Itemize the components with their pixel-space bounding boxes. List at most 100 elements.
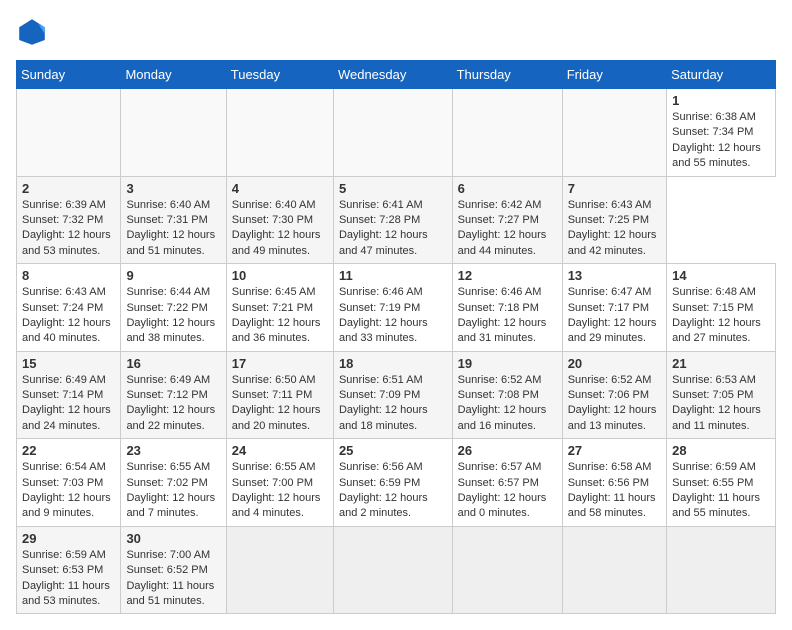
day-info: Sunrise: 6:43 AMSunset: 7:24 PMDaylight:…	[22, 286, 111, 344]
day-info: Sunrise: 6:49 AMSunset: 7:12 PMDaylight:…	[126, 374, 215, 432]
day-info: Sunrise: 6:59 AMSunset: 6:53 PMDaylight:…	[22, 549, 110, 607]
day-info: Sunrise: 6:56 AMSunset: 6:59 PMDaylight:…	[339, 461, 428, 519]
day-number: 19	[458, 356, 557, 371]
calendar-cell	[333, 526, 452, 614]
calendar-cell: 7 Sunrise: 6:43 AMSunset: 7:25 PMDayligh…	[562, 176, 666, 264]
day-number: 9	[126, 268, 220, 283]
day-info: Sunrise: 6:49 AMSunset: 7:14 PMDaylight:…	[22, 374, 111, 432]
calendar-cell: 13 Sunrise: 6:47 AMSunset: 7:17 PMDaylig…	[562, 264, 666, 352]
day-info: Sunrise: 6:40 AMSunset: 7:31 PMDaylight:…	[126, 199, 215, 257]
col-header-monday: Monday	[121, 61, 226, 89]
calendar-cell	[452, 526, 562, 614]
day-number: 14	[672, 268, 770, 283]
day-number: 6	[458, 181, 557, 196]
day-info: Sunrise: 6:52 AMSunset: 7:08 PMDaylight:…	[458, 374, 547, 432]
calendar-cell: 8 Sunrise: 6:43 AMSunset: 7:24 PMDayligh…	[17, 264, 121, 352]
col-header-friday: Friday	[562, 61, 666, 89]
day-number: 25	[339, 443, 447, 458]
calendar-cell: 27 Sunrise: 6:58 AMSunset: 6:56 PMDaylig…	[562, 439, 666, 527]
calendar-cell: 15 Sunrise: 6:49 AMSunset: 7:14 PMDaylig…	[17, 351, 121, 439]
calendar-cell: 24 Sunrise: 6:55 AMSunset: 7:00 PMDaylig…	[226, 439, 333, 527]
day-info: Sunrise: 6:55 AMSunset: 7:02 PMDaylight:…	[126, 461, 215, 519]
calendar-cell: 21 Sunrise: 6:53 AMSunset: 7:05 PMDaylig…	[667, 351, 776, 439]
day-number: 10	[232, 268, 328, 283]
calendar-cell: 11 Sunrise: 6:46 AMSunset: 7:19 PMDaylig…	[333, 264, 452, 352]
day-number: 2	[22, 181, 115, 196]
logo	[16, 16, 52, 48]
day-number: 13	[568, 268, 661, 283]
calendar-cell	[17, 89, 121, 177]
calendar-cell: 3 Sunrise: 6:40 AMSunset: 7:31 PMDayligh…	[121, 176, 226, 264]
day-info: Sunrise: 6:39 AMSunset: 7:32 PMDaylight:…	[22, 199, 111, 257]
day-number: 16	[126, 356, 220, 371]
day-number: 30	[126, 531, 220, 546]
calendar-cell: 16 Sunrise: 6:49 AMSunset: 7:12 PMDaylig…	[121, 351, 226, 439]
calendar-cell	[667, 526, 776, 614]
calendar-cell	[333, 89, 452, 177]
day-info: Sunrise: 6:52 AMSunset: 7:06 PMDaylight:…	[568, 374, 657, 432]
calendar-cell: 6 Sunrise: 6:42 AMSunset: 7:27 PMDayligh…	[452, 176, 562, 264]
calendar-cell: 12 Sunrise: 6:46 AMSunset: 7:18 PMDaylig…	[452, 264, 562, 352]
day-info: Sunrise: 6:42 AMSunset: 7:27 PMDaylight:…	[458, 199, 547, 257]
day-info: Sunrise: 6:55 AMSunset: 7:00 PMDaylight:…	[232, 461, 321, 519]
calendar-table: SundayMondayTuesdayWednesdayThursdayFrid…	[16, 60, 776, 614]
col-header-saturday: Saturday	[667, 61, 776, 89]
day-info: Sunrise: 6:44 AMSunset: 7:22 PMDaylight:…	[126, 286, 215, 344]
col-header-thursday: Thursday	[452, 61, 562, 89]
calendar-cell: 14 Sunrise: 6:48 AMSunset: 7:15 PMDaylig…	[667, 264, 776, 352]
calendar-cell: 29 Sunrise: 6:59 AMSunset: 6:53 PMDaylig…	[17, 526, 121, 614]
day-number: 18	[339, 356, 447, 371]
col-header-tuesday: Tuesday	[226, 61, 333, 89]
calendar-cell	[562, 526, 666, 614]
calendar-cell: 23 Sunrise: 6:55 AMSunset: 7:02 PMDaylig…	[121, 439, 226, 527]
day-info: Sunrise: 6:41 AMSunset: 7:28 PMDaylight:…	[339, 199, 428, 257]
day-number: 7	[568, 181, 661, 196]
calendar-cell	[226, 526, 333, 614]
day-number: 17	[232, 356, 328, 371]
calendar-cell: 26 Sunrise: 6:57 AMSunset: 6:57 PMDaylig…	[452, 439, 562, 527]
day-info: Sunrise: 6:54 AMSunset: 7:03 PMDaylight:…	[22, 461, 111, 519]
page-header	[16, 16, 776, 48]
calendar-cell: 2 Sunrise: 6:39 AMSunset: 7:32 PMDayligh…	[17, 176, 121, 264]
day-info: Sunrise: 6:53 AMSunset: 7:05 PMDaylight:…	[672, 374, 761, 432]
day-number: 24	[232, 443, 328, 458]
calendar-cell: 1 Sunrise: 6:38 AMSunset: 7:34 PMDayligh…	[667, 89, 776, 177]
col-header-wednesday: Wednesday	[333, 61, 452, 89]
calendar-cell	[226, 89, 333, 177]
calendar-cell	[452, 89, 562, 177]
calendar-cell: 28 Sunrise: 6:59 AMSunset: 6:55 PMDaylig…	[667, 439, 776, 527]
day-info: Sunrise: 6:51 AMSunset: 7:09 PMDaylight:…	[339, 374, 428, 432]
day-info: Sunrise: 6:38 AMSunset: 7:34 PMDaylight:…	[672, 111, 761, 169]
calendar-cell: 5 Sunrise: 6:41 AMSunset: 7:28 PMDayligh…	[333, 176, 452, 264]
calendar-cell: 19 Sunrise: 6:52 AMSunset: 7:08 PMDaylig…	[452, 351, 562, 439]
day-info: Sunrise: 6:45 AMSunset: 7:21 PMDaylight:…	[232, 286, 321, 344]
day-number: 26	[458, 443, 557, 458]
calendar-cell: 25 Sunrise: 6:56 AMSunset: 6:59 PMDaylig…	[333, 439, 452, 527]
calendar-cell: 30 Sunrise: 7:00 AMSunset: 6:52 PMDaylig…	[121, 526, 226, 614]
calendar-cell: 9 Sunrise: 6:44 AMSunset: 7:22 PMDayligh…	[121, 264, 226, 352]
day-info: Sunrise: 6:57 AMSunset: 6:57 PMDaylight:…	[458, 461, 547, 519]
day-number: 27	[568, 443, 661, 458]
logo-icon	[16, 16, 48, 48]
calendar-cell: 22 Sunrise: 6:54 AMSunset: 7:03 PMDaylig…	[17, 439, 121, 527]
day-number: 3	[126, 181, 220, 196]
day-info: Sunrise: 6:43 AMSunset: 7:25 PMDaylight:…	[568, 199, 657, 257]
day-number: 11	[339, 268, 447, 283]
day-info: Sunrise: 6:40 AMSunset: 7:30 PMDaylight:…	[232, 199, 321, 257]
day-number: 12	[458, 268, 557, 283]
day-number: 28	[672, 443, 770, 458]
day-number: 8	[22, 268, 115, 283]
calendar-cell	[121, 89, 226, 177]
day-info: Sunrise: 6:48 AMSunset: 7:15 PMDaylight:…	[672, 286, 761, 344]
day-info: Sunrise: 6:58 AMSunset: 6:56 PMDaylight:…	[568, 461, 656, 519]
day-number: 23	[126, 443, 220, 458]
day-info: Sunrise: 6:46 AMSunset: 7:18 PMDaylight:…	[458, 286, 547, 344]
day-number: 1	[672, 93, 770, 108]
calendar-cell: 4 Sunrise: 6:40 AMSunset: 7:30 PMDayligh…	[226, 176, 333, 264]
col-header-sunday: Sunday	[17, 61, 121, 89]
calendar-cell: 18 Sunrise: 6:51 AMSunset: 7:09 PMDaylig…	[333, 351, 452, 439]
day-number: 22	[22, 443, 115, 458]
calendar-cell	[562, 89, 666, 177]
day-number: 15	[22, 356, 115, 371]
day-info: Sunrise: 6:59 AMSunset: 6:55 PMDaylight:…	[672, 461, 760, 519]
